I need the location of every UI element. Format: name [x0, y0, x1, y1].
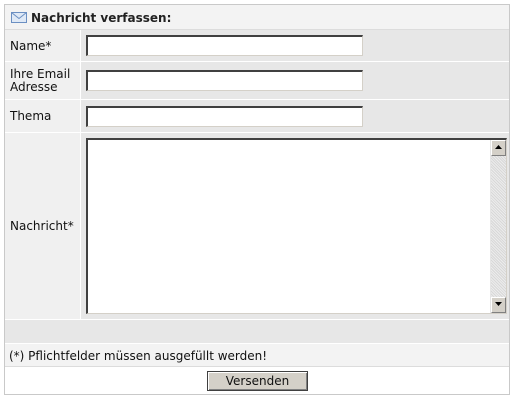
form-header: Nachricht verfassen: [5, 5, 509, 30]
email-label-line2: Adresse [10, 80, 58, 94]
name-label-cell: Name* [5, 30, 81, 61]
arrow-up-icon [495, 145, 502, 149]
message-textarea-box [86, 138, 507, 314]
name-row: Name* [5, 30, 509, 62]
message-scrollbar[interactable] [490, 140, 506, 313]
name-input[interactable] [86, 35, 363, 56]
submit-button[interactable]: Versenden [207, 371, 308, 391]
message-label-cell: Nachricht* [5, 133, 81, 319]
submit-row: Versenden [5, 367, 509, 394]
email-input[interactable] [86, 70, 363, 91]
email-label-cell: Ihre Email Adresse [5, 62, 81, 99]
arrow-down-icon [495, 302, 502, 306]
scroll-down-button[interactable] [491, 297, 506, 313]
topic-label-cell: Thema [5, 100, 81, 132]
contact-form: Nachricht verfassen: Name* Ihre Email Ad… [4, 4, 510, 395]
required-note-row: (*) Pflichtfelder müssen ausgefüllt werd… [5, 344, 509, 367]
name-label: Name* [10, 39, 52, 53]
email-row: Ihre Email Adresse [5, 62, 509, 100]
envelope-icon [11, 12, 27, 23]
message-label: Nachricht* [10, 219, 74, 233]
message-row: Nachricht* [5, 133, 509, 320]
scroll-up-button[interactable] [491, 140, 506, 156]
message-textarea[interactable] [88, 140, 489, 313]
topic-input[interactable] [86, 106, 363, 127]
form-title: Nachricht verfassen: [31, 11, 172, 25]
topic-label: Thema [10, 109, 52, 123]
topic-row: Thema [5, 100, 509, 133]
spacer-row [5, 320, 509, 344]
required-note: (*) Pflichtfelder müssen ausgefüllt werd… [9, 349, 268, 363]
